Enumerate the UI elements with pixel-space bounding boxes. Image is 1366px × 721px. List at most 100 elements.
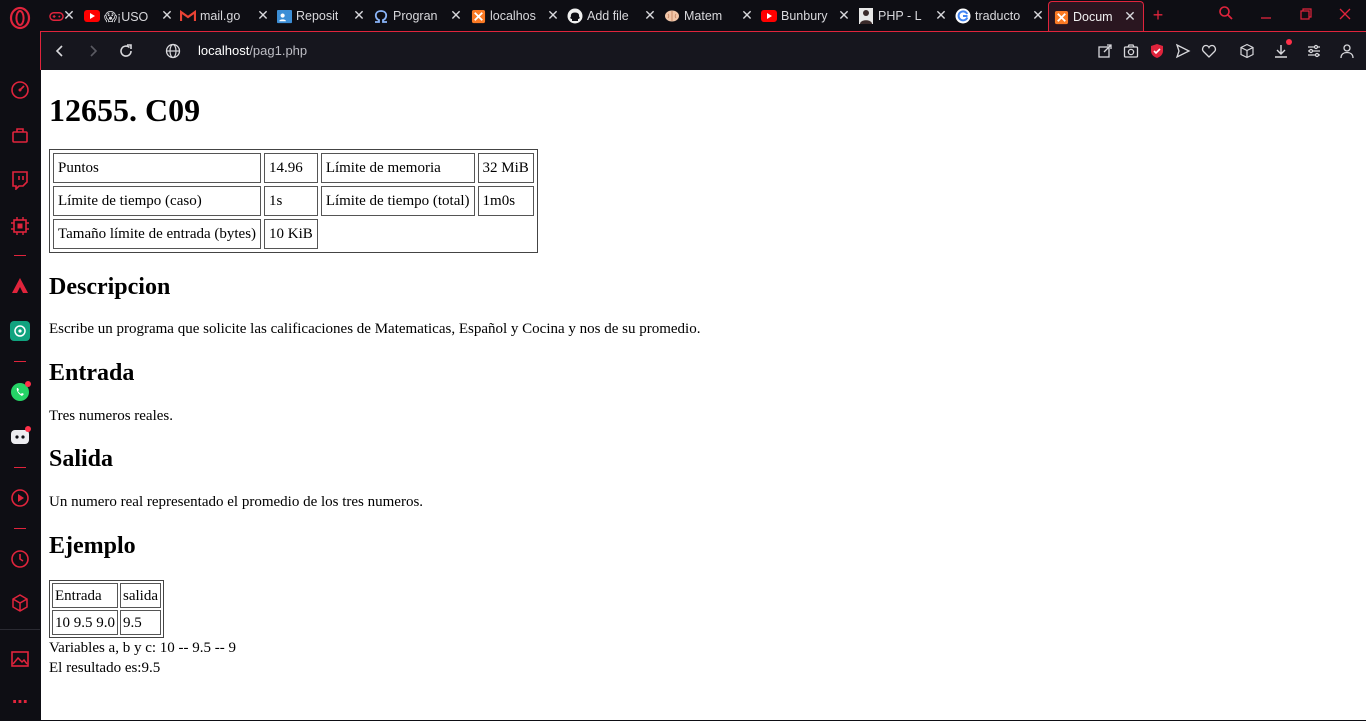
window-close-button[interactable]: [1335, 5, 1355, 25]
extensions-button[interactable]: [1238, 42, 1256, 60]
salida-heading: Salida: [49, 446, 114, 472]
tab[interactable]: ✕: [48, 3, 78, 29]
more-options-icon[interactable]: ⋯: [9, 691, 31, 713]
close-icon[interactable]: ✕: [934, 8, 948, 22]
page-viewport: 12655. C09 Puntos 14.96 Límite de memoria 3…: [41, 70, 1366, 720]
close-icon[interactable]: ✕: [1031, 8, 1045, 22]
site-info-button[interactable]: [163, 41, 183, 61]
tab-label: traducto: [975, 9, 1021, 23]
tab-label: localhos: [490, 9, 536, 23]
back-button[interactable]: [50, 41, 70, 61]
shopping-bag-icon[interactable]: [9, 124, 31, 146]
close-icon[interactable]: ✕: [837, 8, 851, 22]
minimize-button[interactable]: [1256, 5, 1276, 25]
info-label-cell: Límite de tiempo (caso): [53, 186, 262, 216]
omega-icon: [373, 8, 389, 24]
download-notification-dot: [1286, 39, 1292, 45]
tab[interactable]: PHP - L ✕: [858, 3, 950, 29]
restore-button[interactable]: [1296, 5, 1316, 25]
back-arrow-icon: [55, 45, 63, 57]
person-photo-icon: [858, 8, 874, 24]
close-icon[interactable]: ✕: [546, 8, 560, 22]
close-icon[interactable]: ✕: [740, 8, 754, 22]
example-header-entrada: Entrada: [52, 583, 118, 608]
extensions-cube-icon[interactable]: [9, 592, 31, 614]
problem-title: 12655. C09: [49, 92, 201, 128]
notification-dot: [25, 426, 31, 432]
easy-setup-button[interactable]: [1305, 42, 1323, 60]
tab[interactable]: mail.go ✕: [180, 3, 272, 29]
youtube-icon: [761, 8, 777, 24]
notification-dot: [25, 381, 31, 387]
sidebar-divider: [14, 255, 26, 256]
info-label-cell: Puntos: [53, 153, 262, 183]
tab-label: Bunbury: [781, 9, 828, 23]
sidebar-divider: [14, 361, 26, 362]
send-icon: [1175, 43, 1191, 59]
tab[interactable]: localhos ✕: [470, 3, 562, 29]
pinboard-icon[interactable]: [9, 648, 31, 670]
search-icon: [1219, 6, 1233, 20]
tab-label: Matem: [684, 9, 723, 23]
search-tabs-button[interactable]: [1216, 5, 1236, 25]
reload-button[interactable]: [116, 41, 136, 61]
tab-active[interactable]: Docum ✕: [1048, 1, 1144, 31]
edit-share-button[interactable]: [1096, 42, 1114, 60]
url-field[interactable]: localhost/pag1.php: [198, 43, 307, 58]
aria-icon[interactable]: [9, 275, 31, 297]
close-icon[interactable]: ✕: [449, 8, 463, 22]
info-label-cell: Tamaño límite de entrada (bytes): [53, 219, 262, 249]
user-icon: [1340, 44, 1354, 59]
tab-label: PHP - L: [878, 9, 922, 23]
xampp-icon: [470, 8, 486, 24]
adblock-button[interactable]: [1148, 42, 1166, 60]
new-tab-button[interactable]: +: [1148, 5, 1168, 25]
tab[interactable]: Reposit ✕: [276, 3, 368, 29]
tab[interactable]: Progran ✕: [373, 3, 465, 29]
forward-arrow-icon: [90, 45, 98, 57]
profile-button[interactable]: [1338, 42, 1356, 60]
chatgpt-icon[interactable]: [9, 320, 31, 342]
restore-icon: [1300, 8, 1312, 20]
history-icon[interactable]: [9, 548, 31, 570]
send-button[interactable]: [1174, 42, 1192, 60]
tab[interactable]: Matem ✕: [664, 3, 756, 29]
example-header-salida: salida: [120, 583, 161, 608]
player-icon[interactable]: [9, 487, 31, 509]
tab[interactable]: Bunbury ✕: [761, 3, 853, 29]
xampp-icon: [1053, 9, 1069, 25]
gmail-icon: [180, 8, 196, 24]
close-icon[interactable]: ✕: [352, 8, 366, 22]
contact-card-icon: [276, 8, 292, 24]
descripcion-heading: Descripcion: [49, 274, 171, 300]
settings-sliders-icon: [1308, 44, 1320, 58]
tab-label: 😱¡USO: [104, 9, 149, 24]
close-icon[interactable]: ✕: [256, 8, 270, 22]
address-bar: localhost/pag1.php: [40, 31, 1366, 70]
close-icon[interactable]: ✕: [62, 8, 76, 22]
close-icon[interactable]: ✕: [1123, 9, 1137, 23]
tab-label: Progran: [393, 9, 438, 23]
descripcion-text: Escribe un programa que solicite las cal…: [49, 321, 701, 337]
forward-button[interactable]: [83, 41, 103, 61]
opera-logo-icon[interactable]: [8, 6, 32, 30]
speed-dial-icon[interactable]: [9, 79, 31, 101]
twitch-icon[interactable]: [9, 169, 31, 191]
snapshot-button[interactable]: [1122, 42, 1140, 60]
close-icon[interactable]: ✕: [643, 8, 657, 22]
sidebar-divider: [14, 467, 26, 468]
globe-icon: [165, 43, 181, 59]
info-value-cell: 14.96: [264, 153, 318, 183]
tab[interactable]: traducto ✕: [955, 3, 1047, 29]
bookmark-button[interactable]: [1200, 42, 1218, 60]
output-line-result: El resultado es:9.5: [49, 660, 161, 676]
info-row: Puntos 14.96 Límite de memoria 32 MiB: [53, 153, 534, 183]
sidebar: ⋯: [0, 31, 40, 721]
entrada-heading: Entrada: [49, 360, 135, 386]
entrada-text: Tres numeros reales.: [49, 408, 174, 424]
close-icon[interactable]: ✕: [160, 8, 174, 22]
tab[interactable]: Add file ✕: [567, 3, 659, 29]
cpu-chip-icon[interactable]: [9, 215, 31, 237]
example-input-value: 10 9.5 9.0: [52, 610, 118, 635]
tab[interactable]: 😱¡USO ✕: [84, 3, 176, 29]
